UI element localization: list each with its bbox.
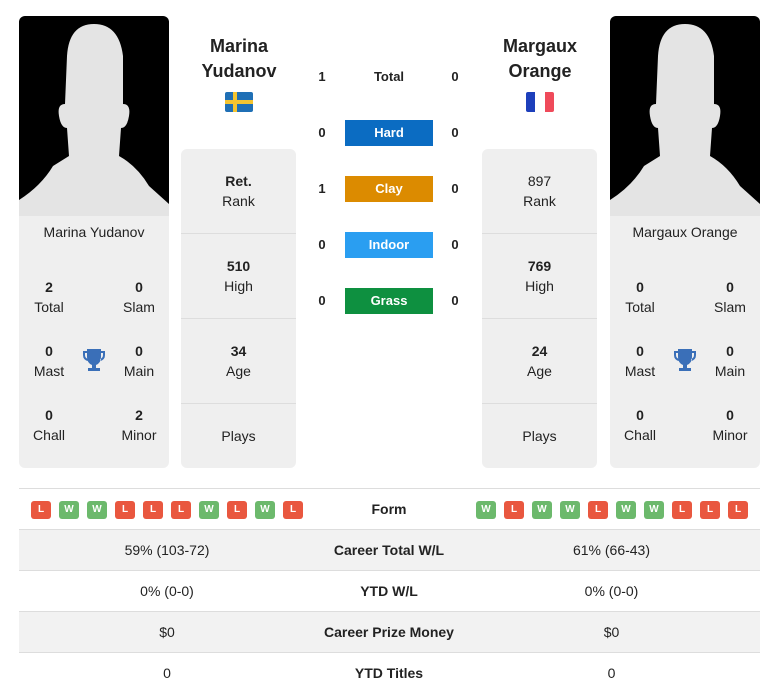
player2-title[interactable]: Margaux Orange bbox=[465, 34, 615, 84]
player1-main: 0 Main bbox=[123, 343, 155, 379]
comparison-table: LWWLLLWLWL Form WLWWLWWLLL 59% (103-72) C… bbox=[19, 488, 760, 694]
form-loss-badge: L bbox=[31, 501, 51, 519]
player2-chall: 0 Chall bbox=[624, 407, 656, 443]
table-row-form: LWWLLLWLWL Form WLWWLWWLLL bbox=[19, 489, 760, 530]
player1-rank-panel: Ret. Rank 510 High 34 Age Plays bbox=[181, 149, 296, 468]
trophy-icon bbox=[674, 349, 696, 371]
player2-mast: 0 Mast bbox=[624, 343, 656, 379]
h2h-total: 1 Total 0 bbox=[318, 69, 459, 84]
surface-grass-badge: Grass bbox=[345, 288, 433, 314]
player1-chall: 0 Chall bbox=[33, 407, 65, 443]
player2-main: 0 Main bbox=[714, 343, 746, 379]
player2-rank: 897 Rank bbox=[482, 149, 597, 234]
form-win-badge: W bbox=[532, 501, 552, 519]
form-loss-badge: L bbox=[588, 501, 608, 519]
player1-slam: 0 Slam bbox=[123, 279, 155, 315]
surface-clay-badge: Clay bbox=[345, 176, 433, 202]
silhouette-icon bbox=[19, 24, 169, 216]
player2-slam: 0 Slam bbox=[714, 279, 746, 315]
h2h-clay: 1 Clay 0 bbox=[310, 176, 470, 202]
form-loss-badge: L bbox=[171, 501, 191, 519]
table-row: $0 Career Prize Money $0 bbox=[19, 612, 760, 653]
player1-age: 34 Age bbox=[181, 319, 296, 404]
player2-form: WLWWLWWLLL bbox=[476, 501, 748, 519]
france-flag-icon bbox=[526, 92, 554, 112]
player1-minor: 2 Minor bbox=[121, 407, 157, 443]
form-loss-badge: L bbox=[672, 501, 692, 519]
form-loss-badge: L bbox=[143, 501, 163, 519]
form-win-badge: W bbox=[476, 501, 496, 519]
player1-photo bbox=[19, 16, 169, 216]
sweden-flag-icon bbox=[225, 92, 253, 112]
table-row: 0% (0-0) YTD W/L 0% (0-0) bbox=[19, 571, 760, 612]
surface-hard-badge: Hard bbox=[345, 120, 433, 146]
form-win-badge: W bbox=[644, 501, 664, 519]
player1-title[interactable]: Marina Yudanov bbox=[164, 34, 314, 84]
form-win-badge: W bbox=[199, 501, 219, 519]
player1-rank: Ret. Rank bbox=[181, 149, 296, 234]
player2-total: 0 Total bbox=[625, 279, 655, 315]
player1-plays: Plays bbox=[221, 428, 256, 444]
player2-plays: Plays bbox=[522, 428, 557, 444]
h2h-grass: 0 Grass 0 bbox=[310, 288, 470, 314]
player1-form: LWWLLLWLWL bbox=[31, 501, 303, 519]
surface-indoor-badge: Indoor bbox=[345, 232, 433, 258]
form-win-badge: W bbox=[255, 501, 275, 519]
player1-name: Marina Yudanov bbox=[43, 224, 145, 240]
form-loss-badge: L bbox=[227, 501, 247, 519]
form-win-badge: W bbox=[87, 501, 107, 519]
form-win-badge: W bbox=[616, 501, 636, 519]
player2-high: 769 High bbox=[482, 234, 597, 319]
form-win-badge: W bbox=[59, 501, 79, 519]
form-loss-badge: L bbox=[700, 501, 720, 519]
player2-minor: 0 Minor bbox=[712, 407, 748, 443]
trophy-icon bbox=[83, 349, 105, 371]
h2h-hard: 0 Hard 0 bbox=[310, 120, 470, 146]
form-win-badge: W bbox=[560, 501, 580, 519]
form-loss-badge: L bbox=[115, 501, 135, 519]
player2-age: 24 Age bbox=[482, 319, 597, 404]
player1-high: 510 High bbox=[181, 234, 296, 319]
table-row: 0 YTD Titles 0 bbox=[163, 665, 616, 681]
table-row: 59% (103-72) Career Total W/L 61% (66-43) bbox=[19, 530, 760, 571]
player2-photo bbox=[610, 16, 760, 216]
form-loss-badge: L bbox=[728, 501, 748, 519]
player2-rank-panel: 897 Rank 769 High 24 Age Plays bbox=[482, 149, 597, 468]
h2h-indoor: 0 Indoor 0 bbox=[310, 232, 470, 258]
form-loss-badge: L bbox=[283, 501, 303, 519]
silhouette-icon bbox=[610, 24, 760, 216]
player1-total: 2 Total bbox=[34, 279, 64, 315]
form-loss-badge: L bbox=[504, 501, 524, 519]
player1-mast: 0 Mast bbox=[33, 343, 65, 379]
player2-name: Margaux Orange bbox=[632, 224, 738, 240]
